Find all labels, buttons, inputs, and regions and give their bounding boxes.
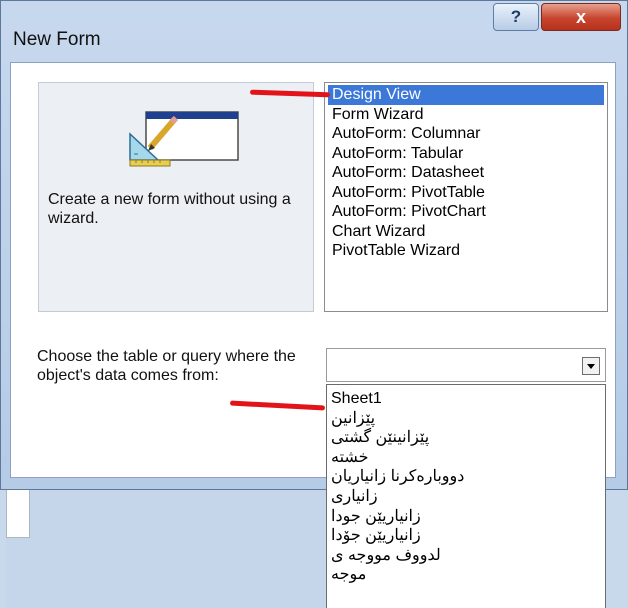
list-item-chart-wizard[interactable]: Chart Wizard bbox=[328, 222, 604, 242]
chevron-down-icon[interactable] bbox=[582, 357, 600, 375]
form-design-icon bbox=[129, 111, 239, 167]
list-item-autoform-datasheet[interactable]: AutoForm: Datasheet bbox=[328, 163, 604, 183]
data-source-combobox[interactable] bbox=[326, 348, 606, 382]
dropdown-item[interactable]: خشته bbox=[331, 448, 601, 468]
form-type-list[interactable]: Design View Form Wizard AutoForm: Column… bbox=[324, 82, 608, 312]
help-button[interactable]: ? bbox=[493, 3, 539, 31]
list-item-design-view[interactable]: Design View bbox=[328, 85, 604, 105]
help-icon: ? bbox=[510, 7, 522, 26]
list-item-form-wizard[interactable]: Form Wizard bbox=[328, 105, 604, 125]
dropdown-item[interactable]: زانیاری bbox=[331, 487, 601, 507]
list-item-autoform-tabular[interactable]: AutoForm: Tabular bbox=[328, 144, 604, 164]
close-icon: x bbox=[575, 6, 586, 27]
dropdown-item[interactable]: دووبارەکرنا زانیاریان bbox=[331, 467, 601, 487]
preview-description: Create a new form without using a wizard… bbox=[48, 191, 291, 227]
list-item-autoform-pivottable[interactable]: AutoForm: PivotTable bbox=[328, 183, 604, 203]
dropdown-item[interactable]: لدووف مووجه ی bbox=[331, 546, 601, 566]
dropdown-item[interactable]: پێزانینێن گشتی bbox=[331, 428, 601, 448]
background-panel bbox=[6, 490, 30, 538]
close-button[interactable]: x bbox=[541, 3, 621, 31]
list-item-autoform-columnar[interactable]: AutoForm: Columnar bbox=[328, 124, 604, 144]
background-window bbox=[6, 490, 326, 608]
dropdown-item[interactable]: زانیاریێن جۆدا bbox=[331, 526, 601, 546]
dropdown-item[interactable]: موجه bbox=[331, 565, 601, 585]
list-item-pivottable-wizard[interactable]: PivotTable Wizard bbox=[328, 241, 604, 261]
dropdown-item[interactable]: پێزانین bbox=[331, 409, 601, 429]
dialog-title: New Form bbox=[13, 29, 101, 50]
dropdown-item[interactable]: زانیاریێن جودا bbox=[331, 507, 601, 527]
list-item-autoform-pivotchart[interactable]: AutoForm: PivotChart bbox=[328, 202, 604, 222]
dropdown-item[interactable]: Sheet1 bbox=[331, 389, 601, 409]
data-source-label: Choose the table or query where the obje… bbox=[37, 348, 296, 384]
data-source-dropdown[interactable]: Sheet1 پێزانین پێزانینێن گشتی خشته دووبا… bbox=[326, 384, 606, 608]
